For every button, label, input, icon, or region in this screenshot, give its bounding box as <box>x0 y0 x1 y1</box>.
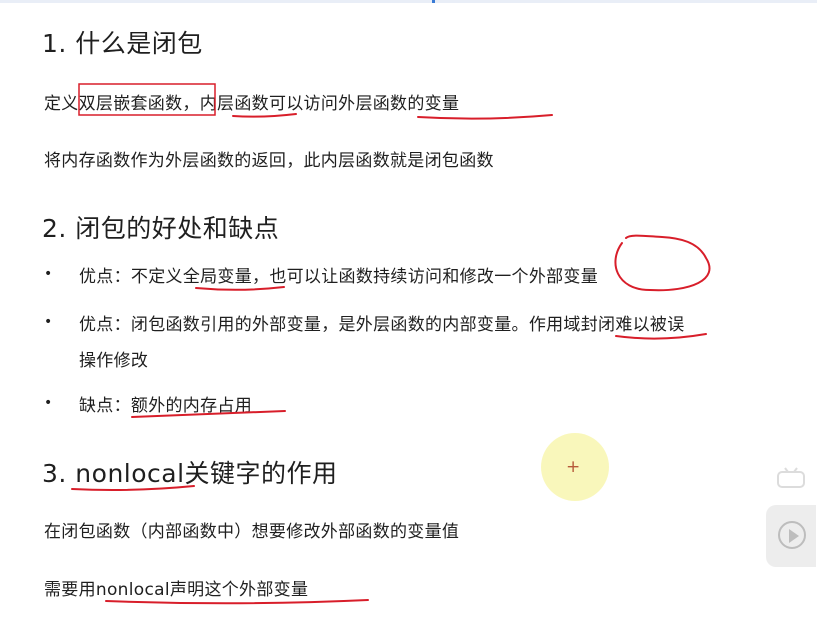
line-text: ，也可以让函数持续访问和修改一个 <box>252 267 529 287</box>
pros-item-2: 优点：闭包函数引用的外部变量，是外层函数的内部变量。作用域封闭难以被误 <box>79 310 685 335</box>
top-edge-bar <box>0 0 817 3</box>
circled-term: 外部变量 <box>528 267 599 287</box>
line-text: ， <box>182 94 200 114</box>
play-button[interactable] <box>766 505 816 567</box>
line-text: 优点：不定义 <box>79 267 183 287</box>
pros-item-2-continued: 操作修改 <box>79 351 149 371</box>
section-3-line-1: 在闭包函数（内部函数中）想要修改外部函数的变量值 <box>44 522 460 542</box>
section-3-line-2: 需要用nonlocal声明这个外部变量 <box>44 580 309 600</box>
bullet-dot: • <box>44 395 53 411</box>
cons-item-1: 缺点：额外的内存占用 <box>79 391 252 416</box>
line-text: 缺点： <box>79 396 131 416</box>
underline-annotation <box>232 113 297 118</box>
underlined-term: 外层函数的变量 <box>338 94 460 114</box>
underlined-term: 额外的内存占用 <box>130 396 253 416</box>
line-text: 定义 <box>44 94 79 114</box>
section-3-heading: 3. nonlocal关键字的作用 <box>42 459 338 488</box>
section-1-line-1: 定义双层嵌套函数，内层函数可以访问外层函数的变量 <box>44 89 459 114</box>
section-1-line-2: 将内存函数作为外层函数的返回，此内层函数就是闭包函数 <box>44 151 494 171</box>
section-2-heading: 2. 闭包的好处和缺点 <box>42 214 280 243</box>
bullet-dot: • <box>44 266 53 282</box>
underline-annotation <box>417 114 553 120</box>
underlined-term: 作用域 <box>528 315 581 335</box>
play-triangle-icon <box>789 529 799 543</box>
boxed-term: 双层嵌套函数 <box>78 94 183 114</box>
underlined-term: 内层函数 <box>199 94 269 114</box>
underlined-term: 全局变量 <box>182 267 253 287</box>
circle-annotation <box>614 234 711 292</box>
pros-item-1: 优点：不定义全局变量，也可以让函数持续访问和修改一个外部变量 <box>79 262 598 287</box>
bullet-dot: • <box>44 314 53 330</box>
cursor-crosshair-icon: + <box>566 457 581 477</box>
underline-annotation <box>195 286 285 291</box>
video-logo-icon <box>777 467 805 488</box>
underline-annotation <box>105 599 369 605</box>
line-text: 封闭难以被误 <box>580 315 685 335</box>
line-text: 优点：闭包函数引用的外部变量，是外层函数的内部变量。 <box>79 315 529 335</box>
top-edge-marker <box>432 0 435 3</box>
line-text: 可以访问 <box>268 94 339 114</box>
section-1-heading: 1. 什么是闭包 <box>42 29 203 58</box>
